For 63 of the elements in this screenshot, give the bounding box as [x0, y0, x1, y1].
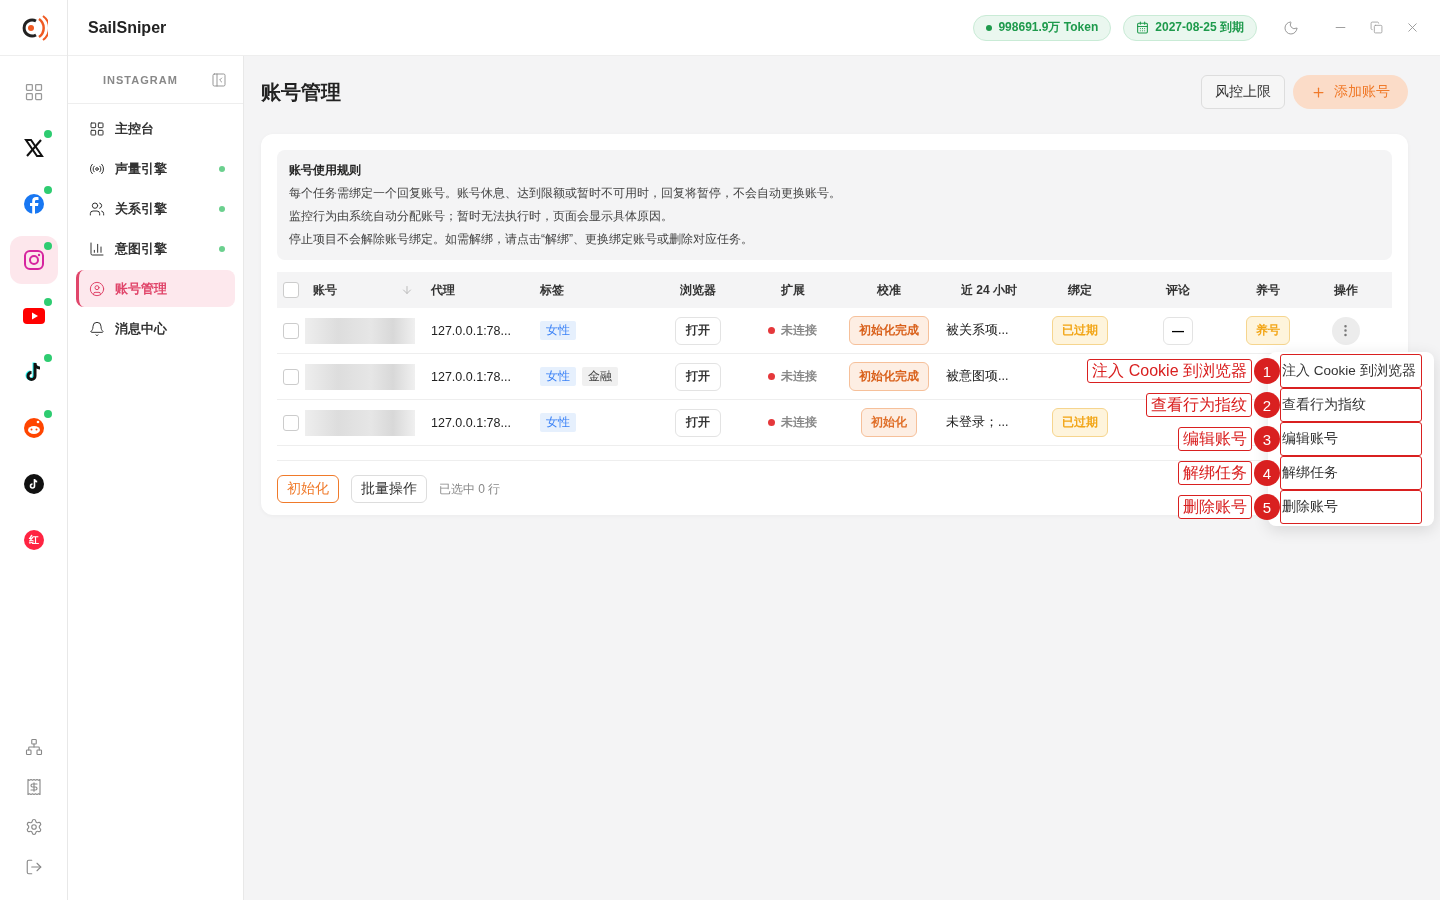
column-header: 操作 [1333, 281, 1358, 299]
activity-cell-text: 未登录；... [945, 414, 1010, 431]
column-header: 代理 [430, 281, 455, 299]
open-browser-button[interactable]: 打开 [674, 316, 721, 345]
rule-text: 停止项目不会解除账号绑定。如需解绑，请点击“解绑”、更换绑定账号或删除对应任务。 [289, 231, 754, 248]
sidebar-item[interactable]: 关系引擎 [76, 190, 235, 227]
column-header: 账号 [313, 281, 337, 299]
app-name: SailSniper [88, 18, 167, 37]
column-header: 养号 [1256, 281, 1280, 299]
open-browser-button[interactable]: 打开 [674, 408, 721, 437]
column-header: 近 24 小时 [961, 281, 1017, 299]
sidebar-title: INSTAGRAM [103, 73, 178, 86]
rule-text: 每个任务需绑定一个回复账号。账号休息、达到限额或暂时不可用时，回复将暂停，不会自动更换账号。 [289, 185, 842, 202]
column-header: 扩展 [780, 281, 805, 299]
tag: 女性 [540, 413, 576, 432]
platform-tab[interactable]: 红 [9, 516, 58, 564]
activity-cell-text: 被关系项... [945, 322, 1010, 339]
calibration-badge: 初始化完成 [849, 316, 929, 345]
menu-item[interactable]: 删除账号 [1280, 490, 1422, 524]
tag: 金融 [582, 367, 618, 386]
column-header: 校准 [877, 281, 901, 299]
calibration-badge: 初始化 [861, 408, 917, 437]
menu-item[interactable]: 查看行为指纹 [1280, 388, 1422, 422]
extension-status: 未连接 [781, 322, 817, 339]
page-title: 账号管理 [261, 79, 342, 105]
proxy-cell-text: 127.0.0.1:78... [430, 323, 512, 338]
binding-badge: 已过期 [1052, 408, 1108, 437]
menu-item[interactable]: 解绑任务 [1280, 456, 1422, 490]
sidebar-item[interactable]: 主控台 [76, 110, 235, 147]
sidebar-item[interactable]: 意图引擎 [76, 230, 235, 267]
binding-badge: 已过期 [1052, 316, 1108, 345]
rule-text: 监控行为由系统自动分配账号；暂时无法执行时，页面会显示具体原因。 [289, 208, 674, 225]
expiry-pill: 2027-08-25 到期 [1123, 14, 1257, 41]
extension-status: 未连接 [781, 414, 817, 431]
annotation-label: 删除账号 [1178, 495, 1252, 519]
xiaohongshu-logo-icon: 红 [23, 530, 44, 550]
annotation-label: 编辑账号 [1178, 427, 1252, 451]
batch-actions-button[interactable]: 批量操作 [351, 475, 427, 503]
menu-item[interactable]: 注入 Cookie 到浏览器 [1280, 354, 1422, 388]
nurture-badge: 养号 [1246, 316, 1290, 345]
menu-item[interactable]: 编辑账号 [1280, 422, 1422, 456]
sidebar-item[interactable]: 消息中心 [76, 310, 235, 347]
risk-limit-button[interactable]: 风控上限 [1201, 75, 1285, 109]
comment-button[interactable]: — [1163, 316, 1193, 345]
column-header: 浏览器 [679, 281, 716, 299]
proxy-cell-text: 127.0.0.1:78... [430, 369, 512, 384]
annotation-label: 注入 Cookie 到浏览器 [1087, 359, 1252, 383]
annotation-label: 查看行为指纹 [1146, 393, 1252, 417]
extension-status: 未连接 [781, 368, 817, 385]
sidebar-item[interactable]: 声量引擎 [76, 150, 235, 187]
tag: 女性 [540, 367, 576, 386]
tag: 女性 [540, 321, 576, 340]
rules-title: 账号使用规则 [289, 162, 362, 179]
column-header: 评论 [1166, 281, 1190, 299]
activity-cell-text: 被意图项... [945, 368, 1010, 385]
calibration-badge: 初始化完成 [849, 362, 929, 391]
proxy-cell-text: 127.0.0.1:78... [430, 415, 512, 430]
column-header: 绑定 [1068, 281, 1092, 299]
column-header: 标签 [539, 281, 564, 299]
token-balance-pill: 998691.9万 Token [973, 14, 1112, 41]
annotation-label: 解绑任务 [1178, 461, 1252, 485]
open-browser-button[interactable]: 打开 [674, 362, 721, 391]
selection-count: 已选中 0 行 [439, 480, 501, 498]
